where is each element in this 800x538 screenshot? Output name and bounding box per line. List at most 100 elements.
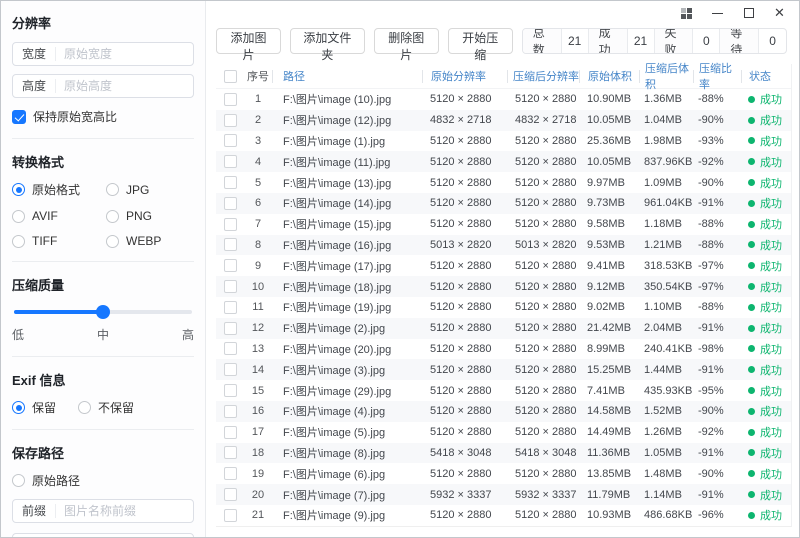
format-option-png[interactable]: PNG xyxy=(106,209,194,223)
row-checkbox[interactable] xyxy=(224,218,237,231)
row-checkbox[interactable] xyxy=(224,301,237,314)
status-dot-icon xyxy=(748,325,755,332)
row-path: F:\图片\image (19).jpg xyxy=(272,299,422,315)
row-orig-resolution: 5120 × 2880 xyxy=(422,197,507,209)
slider-thumb[interactable] xyxy=(96,305,110,319)
header-path: 路径 xyxy=(272,70,422,83)
status-dot-icon xyxy=(748,241,755,248)
row-checkbox[interactable] xyxy=(224,134,237,147)
add-folder-button[interactable]: 添加文件夹 xyxy=(290,28,365,54)
select-all-checkbox[interactable] xyxy=(224,70,237,83)
stat-total-value: 21 xyxy=(562,29,589,53)
row-path: F:\图片\image (15).jpg xyxy=(272,216,422,232)
row-ratio: -91% xyxy=(693,197,741,209)
format-option-jpg[interactable]: JPG xyxy=(106,181,194,198)
exif-section-title: Exif 信息 xyxy=(12,370,194,389)
row-ratio: -88% xyxy=(693,301,741,313)
row-orig-resolution: 5120 × 2880 xyxy=(422,177,507,189)
row-status-text: 成功 xyxy=(760,258,782,274)
status-dot-icon xyxy=(748,283,755,290)
row-checkbox[interactable] xyxy=(224,405,237,418)
row-checkbox[interactable] xyxy=(224,426,237,439)
prefix-input[interactable] xyxy=(56,504,193,518)
quality-slider[interactable] xyxy=(14,310,192,314)
minimize-button[interactable] xyxy=(702,2,733,24)
header-orig-size: 原始体积 xyxy=(579,70,639,83)
row-orig-resolution: 5120 × 2880 xyxy=(422,322,507,334)
row-path: F:\图片\image (12).jpg xyxy=(272,112,422,128)
status-dot-icon xyxy=(748,491,755,498)
status-dot-icon xyxy=(748,200,755,207)
row-path: F:\图片\image (6).jpg xyxy=(272,466,422,482)
prefix-field-group: 前缀 xyxy=(12,499,194,523)
format-option-original[interactable]: 原始格式 xyxy=(12,181,106,198)
row-comp-size: 240.41KB xyxy=(639,343,693,355)
row-index: 12 xyxy=(244,322,272,334)
row-checkbox[interactable] xyxy=(224,114,237,127)
row-orig-size: 14.58MB xyxy=(579,405,639,417)
row-orig-size: 10.05MB xyxy=(579,156,639,168)
row-checkbox[interactable] xyxy=(224,488,237,501)
exif-keep-option[interactable]: 保留 xyxy=(12,399,56,416)
maximize-button[interactable] xyxy=(733,2,764,24)
row-checkbox[interactable] xyxy=(224,363,237,376)
exif-discard-option[interactable]: 不保留 xyxy=(78,399,134,416)
format-option-avif[interactable]: AVIF xyxy=(12,209,106,223)
stats-bar: 总数 21 成功 21 失败 0 等待 0 xyxy=(522,28,787,54)
row-checkbox[interactable] xyxy=(224,509,237,522)
row-orig-size: 9.12MB xyxy=(579,281,639,293)
row-status-text: 成功 xyxy=(760,507,782,523)
format-option-tiff[interactable]: TIFF xyxy=(12,234,106,248)
row-checkbox[interactable] xyxy=(224,259,237,272)
table-row: 3 F:\图片\image (1).jpg 5120 × 2880 5120 ×… xyxy=(216,131,791,152)
row-orig-size: 15.25MB xyxy=(579,364,639,376)
row-checkbox[interactable] xyxy=(224,155,237,168)
row-orig-size: 21.42MB xyxy=(579,322,639,334)
row-comp-resolution: 4832 × 2718 xyxy=(507,114,579,126)
row-orig-resolution: 5120 × 2880 xyxy=(422,468,507,480)
row-checkbox[interactable] xyxy=(224,280,237,293)
apps-grid-icon[interactable] xyxy=(671,2,702,24)
row-checkbox[interactable] xyxy=(224,384,237,397)
row-orig-size: 13.85MB xyxy=(579,468,639,480)
format-option-webp[interactable]: WEBP xyxy=(106,234,194,248)
row-orig-resolution: 5013 × 2820 xyxy=(422,239,507,251)
row-checkbox[interactable] xyxy=(224,93,237,106)
row-checkbox[interactable] xyxy=(224,238,237,251)
row-checkbox[interactable] xyxy=(224,322,237,335)
row-orig-resolution: 5120 × 2880 xyxy=(422,218,507,230)
status-dot-icon xyxy=(748,96,755,103)
keep-aspect-ratio-checkbox[interactable]: 保持原始宽高比 xyxy=(12,108,194,125)
header-orig-resolution: 原始分辨率 xyxy=(422,70,507,83)
row-path: F:\图片\image (9).jpg xyxy=(272,507,422,523)
main-panel: ✕ 添加图片 添加文件夹 删除图片 开始压缩 总数 21 成功 21 失败 0 … xyxy=(206,1,799,537)
height-input[interactable] xyxy=(56,79,193,93)
row-index: 18 xyxy=(244,447,272,459)
row-checkbox[interactable] xyxy=(224,446,237,459)
row-index: 15 xyxy=(244,385,272,397)
row-comp-resolution: 5120 × 2880 xyxy=(507,426,579,438)
row-checkbox[interactable] xyxy=(224,467,237,480)
save-original-path-option[interactable]: 原始路径 xyxy=(12,472,194,489)
row-ratio: -90% xyxy=(693,114,741,126)
add-images-button[interactable]: 添加图片 xyxy=(216,28,281,54)
row-path: F:\图片\image (1).jpg xyxy=(272,133,422,149)
row-checkbox[interactable] xyxy=(224,342,237,355)
radio-icon xyxy=(12,235,25,248)
row-checkbox[interactable] xyxy=(224,176,237,189)
status-dot-icon xyxy=(748,512,755,519)
checkbox-icon[interactable] xyxy=(12,110,26,124)
close-button[interactable]: ✕ xyxy=(764,2,795,24)
row-checkbox[interactable] xyxy=(224,197,237,210)
delete-images-button[interactable]: 删除图片 xyxy=(374,28,439,54)
row-status-text: 成功 xyxy=(760,216,782,232)
row-comp-resolution: 5013 × 2820 xyxy=(507,239,579,251)
start-compress-button[interactable]: 开始压缩 xyxy=(448,28,513,54)
row-orig-size: 8.99MB xyxy=(579,343,639,355)
row-comp-size: 1.48MB xyxy=(639,468,693,480)
save-path-section-title: 保存路径 xyxy=(12,443,194,462)
table-row: 21 F:\图片\image (9).jpg 5120 × 2880 5120 … xyxy=(216,505,791,526)
row-comp-size: 1.98MB xyxy=(639,135,693,147)
row-ratio: -88% xyxy=(693,218,741,230)
width-input[interactable] xyxy=(56,47,193,61)
